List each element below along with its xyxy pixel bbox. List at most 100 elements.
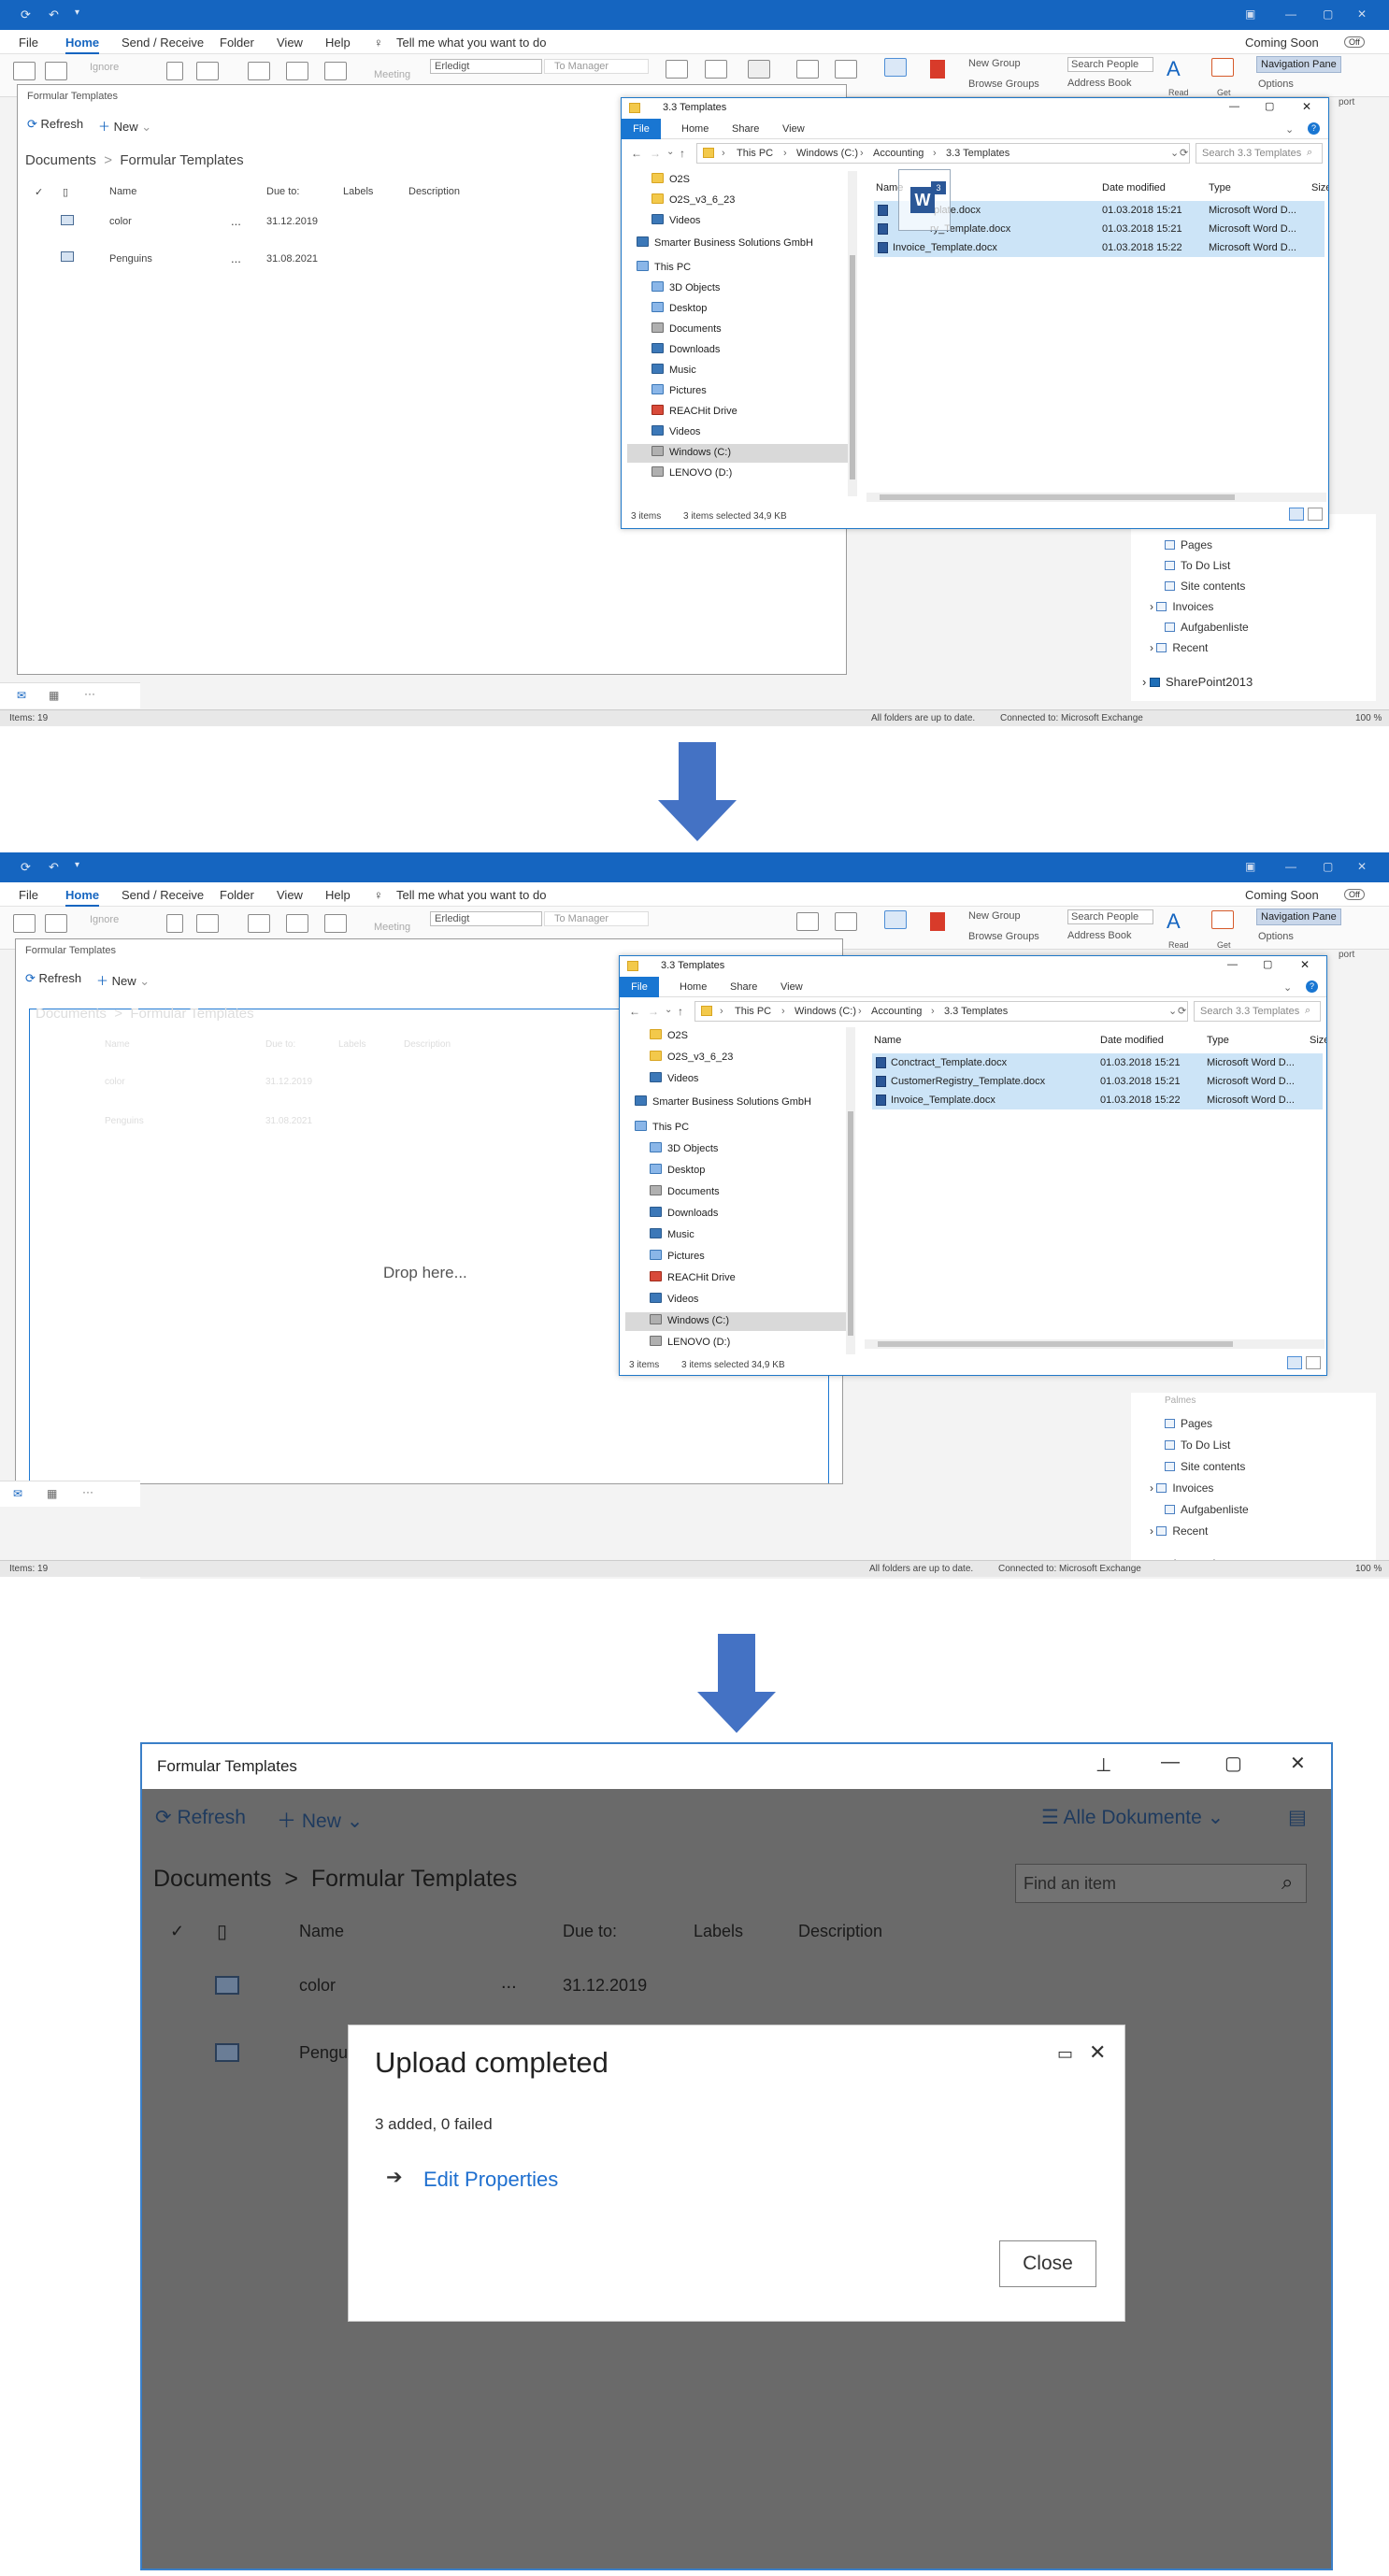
tab-share[interactable]: Share: [730, 981, 757, 993]
row-more-icon[interactable]: ...: [231, 251, 241, 265]
row-name[interactable]: Penguins: [109, 253, 152, 265]
nav-scrollbar[interactable]: [846, 1027, 855, 1354]
calendar-icon[interactable]: ▦: [49, 689, 59, 702]
read-aloud-icon[interactable]: A: [1167, 909, 1181, 934]
new-email-icon[interactable]: [13, 914, 36, 933]
nav-scrollbar[interactable]: [848, 171, 857, 496]
chevron-down-icon[interactable]: ⌄: [1168, 1005, 1177, 1017]
column-description[interactable]: Description: [408, 186, 460, 197]
restore-icon[interactable]: ▢: [1323, 7, 1333, 21]
nav-item[interactable]: Documents: [652, 322, 722, 335]
horizontal-scrollbar[interactable]: [866, 493, 1326, 502]
nav-item[interactable]: Documents: [650, 1185, 720, 1197]
menu-help[interactable]: Help: [325, 36, 351, 50]
search-people-input[interactable]: Search People: [1067, 909, 1153, 924]
up-arrow-icon[interactable]: ↑: [678, 1005, 683, 1018]
nav-item[interactable]: 3D Objects: [650, 1142, 718, 1154]
delete-icon[interactable]: [166, 62, 183, 80]
calendar-icon[interactable]: ▦: [47, 1487, 57, 1500]
unread-icon[interactable]: [835, 60, 857, 79]
nav-item[interactable]: O2S_v3_6_23: [652, 193, 735, 206]
options-button[interactable]: Options: [1258, 931, 1294, 942]
reply-icon[interactable]: [248, 914, 270, 933]
column-name[interactable]: Name: [109, 186, 136, 197]
recent-locations-icon[interactable]: ⌄: [666, 147, 674, 157]
column-type[interactable]: Type: [1207, 1035, 1229, 1046]
help-icon[interactable]: ?: [1308, 122, 1320, 135]
mail-icon[interactable]: ✉: [13, 1487, 22, 1500]
nav-item[interactable]: Videos: [650, 1293, 698, 1305]
path-accounting[interactable]: Accounting: [871, 1006, 922, 1017]
column-size[interactable]: Size: [1310, 1035, 1326, 1046]
browse-groups-button[interactable]: Browse Groups: [968, 79, 1039, 90]
menu-help[interactable]: Help: [325, 888, 351, 902]
minimize-icon[interactable]: —: [1161, 1752, 1180, 1773]
refresh-icon[interactable]: ⟳: [1180, 147, 1188, 159]
menu-view[interactable]: View: [277, 36, 303, 50]
get-addins-icon[interactable]: [1211, 58, 1234, 77]
refresh-icon[interactable]: ⟳: [1178, 1005, 1186, 1017]
chevron-down-icon[interactable]: ⌄: [1170, 147, 1179, 159]
nav-item[interactable]: Pictures: [652, 384, 707, 396]
chevron-right-icon[interactable]: ›: [1142, 675, 1146, 689]
select-all-checkmark-icon[interactable]: ✓: [35, 186, 43, 198]
delete-icon[interactable]: [166, 914, 183, 933]
path-windows-c[interactable]: Windows (C:): [796, 148, 858, 159]
nav-item[interactable]: Desktop: [650, 1164, 705, 1176]
nav-item[interactable]: Pictures: [650, 1250, 705, 1262]
report-button[interactable]: port: [1339, 97, 1354, 107]
undo-icon[interactable]: ↶: [49, 860, 59, 875]
minimize-icon[interactable]: —: [1229, 101, 1239, 112]
close-button[interactable]: Close: [999, 2240, 1096, 2287]
new-items-icon[interactable]: [45, 62, 67, 80]
tree-item-aufgabenliste[interactable]: Aufgabenliste: [1165, 1503, 1249, 1516]
customize-icon[interactable]: ▾: [75, 860, 79, 870]
scrollbar-thumb[interactable]: [880, 494, 1235, 500]
breadcrumb-root[interactable]: Documents: [153, 1866, 271, 1892]
panel-view-icon[interactable]: ▤: [1288, 1806, 1307, 1829]
refresh-button[interactable]: ⟳ Refresh: [155, 1806, 246, 1829]
column-due[interactable]: Due to:: [563, 1922, 617, 1941]
nav-item[interactable]: Desktop: [652, 302, 707, 314]
column-type[interactable]: Type: [1209, 182, 1231, 193]
select-all-checkmark-icon[interactable]: ✓: [170, 1922, 184, 1941]
nav-item[interactable]: O2S: [650, 1029, 688, 1041]
close-icon[interactable]: ✕: [1357, 860, 1367, 873]
tree-item-site-contents[interactable]: Site contents: [1165, 1460, 1245, 1473]
recent-locations-icon[interactable]: ⌄: [665, 1005, 672, 1015]
undo-icon[interactable]: ↶: [49, 7, 59, 22]
tree-item-aufgabenliste[interactable]: Aufgabenliste: [1165, 621, 1249, 634]
scrollbar-thumb[interactable]: [850, 255, 855, 479]
more-apps-icon[interactable]: ···: [84, 687, 95, 700]
nav-item[interactable]: Smarter Business Solutions GmbH: [635, 1095, 811, 1108]
nav-item[interactable]: Videos: [650, 1072, 698, 1084]
menu-send-receive[interactable]: Send / Receive: [122, 36, 204, 50]
details-view-icon[interactable]: [1289, 508, 1304, 521]
column-labels[interactable]: Labels: [343, 186, 373, 197]
nav-item[interactable]: LENOVO (D:): [652, 466, 732, 479]
ignore-button[interactable]: Ignore: [90, 914, 119, 925]
menu-file[interactable]: File: [19, 36, 38, 50]
tree-item-recent[interactable]: › Recent: [1150, 1524, 1208, 1538]
close-icon[interactable]: ✕: [1357, 7, 1367, 21]
new-button[interactable]: ＋ New ⌄: [98, 117, 151, 135]
row-more-icon[interactable]: ...: [501, 1972, 517, 1994]
forward-icon[interactable]: [324, 62, 347, 80]
sync-icon[interactable]: ⟳: [21, 7, 31, 22]
nav-item[interactable]: 3D Objects: [652, 281, 720, 293]
minimize-icon[interactable]: —: [1227, 959, 1238, 970]
unread-icon[interactable]: [835, 912, 857, 931]
path-accounting[interactable]: Accounting: [873, 148, 924, 159]
row-name[interactable]: color: [299, 1976, 336, 1996]
menu-send-receive[interactable]: Send / Receive: [122, 888, 204, 902]
reply-all-icon[interactable]: [286, 62, 308, 80]
menu-view[interactable]: View: [277, 888, 303, 902]
nav-item[interactable]: O2S_v3_6_23: [650, 1051, 733, 1063]
assign-policy-icon[interactable]: [796, 60, 819, 79]
nav-item[interactable]: Videos: [652, 425, 700, 437]
tell-me-box[interactable]: Tell me what you want to do: [396, 36, 546, 50]
column-description[interactable]: Description: [798, 1922, 882, 1941]
path-templates[interactable]: 3.3 Templates: [946, 148, 1010, 159]
chevron-right-icon[interactable]: ›: [1150, 1524, 1153, 1538]
maximize-icon[interactable]: ▢: [1265, 100, 1274, 112]
